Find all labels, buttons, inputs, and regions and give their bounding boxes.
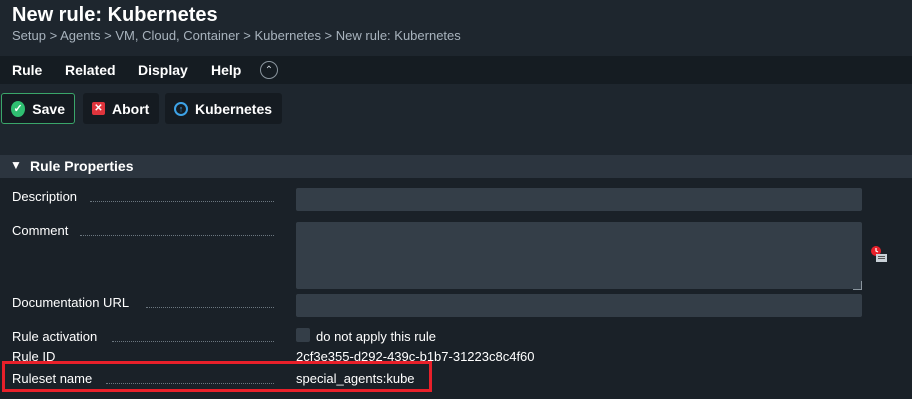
abort-button[interactable]: ✕ Abort (83, 93, 159, 124)
description-label: Description (12, 189, 78, 204)
menu-help[interactable]: Help (211, 62, 241, 78)
highlight-box (2, 361, 432, 392)
save-button[interactable]: ✓ Save (1, 93, 75, 124)
close-icon: ✕ (92, 102, 105, 115)
description-dots (90, 201, 274, 202)
section-title: Rule Properties (30, 158, 134, 174)
rule-activation-label: Rule activation (12, 329, 98, 344)
kubernetes-button[interactable]: ↑ Kubernetes (165, 93, 282, 124)
documentation-url-dots (146, 307, 274, 308)
check-icon: ✓ (11, 100, 26, 117)
kubernetes-label: Kubernetes (195, 100, 273, 117)
menu-related[interactable]: Related (65, 62, 116, 78)
history-icon[interactable] (870, 245, 888, 263)
arrow-up-circle-icon: ↑ (174, 101, 188, 116)
page-title: New rule: Kubernetes (12, 4, 218, 26)
menu-bar (0, 56, 912, 84)
save-label: Save (32, 100, 65, 117)
rule-activation-dots (112, 341, 274, 342)
disable-rule-checkbox-label[interactable]: do not apply this rule (316, 329, 436, 344)
description-field[interactable] (296, 188, 862, 211)
comment-label: Comment (12, 223, 69, 238)
chevron-up-icon[interactable]: ⌃ (260, 61, 278, 79)
documentation-url-label: Documentation URL (12, 295, 130, 310)
comment-dots (80, 235, 274, 236)
menu-rule[interactable]: Rule (12, 62, 42, 78)
breadcrumb[interactable]: Setup > Agents > VM, Cloud, Container > … (12, 28, 461, 43)
resize-handle[interactable] (853, 281, 862, 290)
disable-rule-checkbox[interactable] (296, 328, 310, 342)
section-header[interactable] (0, 155, 912, 178)
menu-display[interactable]: Display (138, 62, 188, 78)
comment-field[interactable] (296, 222, 862, 289)
documentation-url-field[interactable] (296, 294, 862, 317)
triangle-down-icon[interactable]: ▼ (10, 158, 22, 172)
abort-label: Abort (112, 100, 150, 117)
